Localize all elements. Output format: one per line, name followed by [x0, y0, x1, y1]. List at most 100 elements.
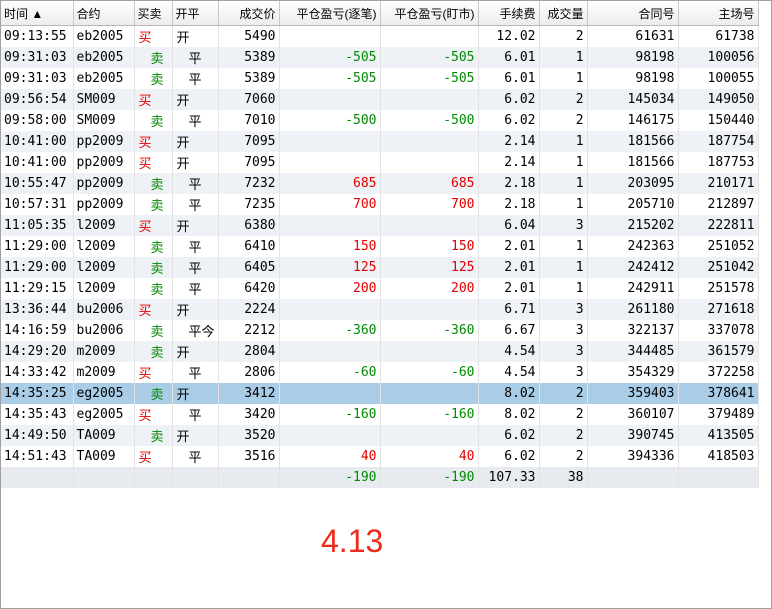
table-row[interactable]: 10:57:31 pp2009 卖平 7235 700 700 2.18 1 205710 212… [1, 194, 759, 215]
total-time [1, 467, 74, 488]
cell-exch-id: 413505 [678, 425, 759, 446]
cell-pnl-mtm [380, 152, 479, 173]
table-row[interactable]: 11:05:35 l2009 买开 6380 6.04 3 215202 222811 [1, 215, 759, 236]
cell-pnl-trade [279, 131, 381, 152]
cell-contract: eb2005 [73, 68, 135, 89]
table-row[interactable]: 10:41:00 pp2009 买开 7095 2.14 1 181566 187754 [1, 131, 759, 152]
col-header-price[interactable]: 成交价 [218, 1, 280, 26]
table-row[interactable]: 11:29:15 l2009 卖平 6420 200 200 2.01 1 242911 2515… [1, 278, 759, 299]
table-row[interactable]: 09:31:03 eb2005 卖平 5389 -505 -505 6.01 1 98198 10… [1, 47, 759, 68]
cell-volume: 1 [539, 152, 588, 173]
cell-time: 11:05:35 [1, 215, 74, 236]
table-row[interactable]: 10:41:00 pp2009 买开 7095 2.14 1 181566 187753 [1, 152, 759, 173]
table-row[interactable]: 09:31:03 eb2005 卖平 5389 -505 -505 6.01 1 98198 10… [1, 68, 759, 89]
cell-price: 7232 [218, 173, 280, 194]
table-row[interactable]: 13:36:44 bu2006 买开 2224 6.71 3 261180 271618 [1, 299, 759, 320]
col-header-pnl-mtm[interactable]: 平仓盈亏(盯市) [380, 1, 479, 26]
cell-fee: 6.02 [478, 446, 540, 467]
cell-fee: 6.02 [478, 110, 540, 131]
cell-contract: pp2009 [73, 152, 135, 173]
col-header-volume[interactable]: 成交量 [539, 1, 588, 26]
cell-contract: TA009 [73, 425, 135, 446]
cell-contract: pp2009 [73, 173, 135, 194]
cell-openclose: 开 [172, 25, 219, 47]
cell-volume: 1 [539, 131, 588, 152]
cell-side: 买 [134, 446, 173, 467]
cell-pnl-trade: 200 [279, 278, 381, 299]
col-header-time[interactable]: 时间 ▲ [1, 1, 74, 26]
cell-order-id: 61631 [587, 25, 679, 47]
col-header-order-id[interactable]: 合同号 [587, 1, 679, 26]
table-row[interactable]: 14:29:20 m2009 卖开 2804 4.54 3 344485 361579 [1, 341, 759, 362]
cell-order-id: 181566 [587, 131, 679, 152]
cell-openclose: 开 [172, 152, 219, 173]
cell-openclose: 开 [172, 215, 219, 236]
cell-openclose: 开 [172, 131, 219, 152]
cell-fee: 6.67 [478, 320, 540, 341]
cell-pnl-mtm [380, 131, 479, 152]
col-header-pnl-trade[interactable]: 平仓盈亏(逐笔) [279, 1, 381, 26]
table-row[interactable]: 11:29:00 l2009 卖平 6405 125 125 2.01 1 242412 2510… [1, 257, 759, 278]
cell-price: 7010 [218, 110, 280, 131]
cell-side: 卖 [134, 257, 173, 278]
cell-price: 3520 [218, 425, 280, 446]
cell-pnl-trade [279, 383, 381, 404]
cell-order-id: 146175 [587, 110, 679, 131]
cell-side: 买 [134, 25, 173, 47]
cell-pnl-mtm: 200 [380, 278, 479, 299]
cell-price: 2806 [218, 362, 280, 383]
cell-contract: pp2009 [73, 194, 135, 215]
cell-time: 10:57:31 [1, 194, 74, 215]
cell-price: 3516 [218, 446, 280, 467]
cell-pnl-trade [279, 25, 381, 47]
cell-fee: 12.02 [478, 25, 540, 47]
trade-records-table: 时间 ▲ 合约 买卖 开平 成交价 平仓盈亏(逐笔) 平仓盈亏(盯市) 手续费 … [1, 1, 759, 488]
cell-time: 14:35:25 [1, 383, 74, 404]
cell-pnl-mtm [380, 89, 479, 110]
table-row[interactable]: 11:29:00 l2009 卖平 6410 150 150 2.01 1 242363 2510… [1, 236, 759, 257]
cell-side: 卖 [134, 173, 173, 194]
cell-price: 3412 [218, 383, 280, 404]
total-pnl-trade: -190 [279, 467, 381, 488]
total-side [134, 467, 173, 488]
table-row[interactable]: 14:49:50 TA009 卖开 3520 6.02 2 390745 413505 [1, 425, 759, 446]
total-price [218, 467, 280, 488]
cell-time: 11:29:00 [1, 257, 74, 278]
col-header-openclose[interactable]: 开平 [172, 1, 219, 26]
cell-openclose: 开 [172, 383, 219, 404]
cell-openclose: 平 [172, 68, 219, 89]
cell-order-id: 205710 [587, 194, 679, 215]
table-row[interactable]: 14:16:59 bu2006 卖平今 2212 -360 -360 6.67 3 322137… [1, 320, 759, 341]
cell-exch-id: 251578 [678, 278, 759, 299]
cell-fee: 8.02 [478, 404, 540, 425]
table-row[interactable]: 14:51:43 TA009 买平 3516 40 40 6.02 2 394336 418503 [1, 446, 759, 467]
col-header-exch-id[interactable]: 主场号 [678, 1, 759, 26]
cell-order-id: 98198 [587, 68, 679, 89]
cell-fee: 6.04 [478, 215, 540, 236]
table-row[interactable]: 09:56:54 SM009 买开 7060 6.02 2 145034 149050 [1, 89, 759, 110]
cell-side: 卖 [134, 383, 173, 404]
annotation-date: 4.13 [321, 523, 384, 559]
col-header-contract[interactable]: 合约 [73, 1, 135, 26]
table-row[interactable]: 14:35:43 eg2005 买平 3420 -160 -160 8.02 2 360107 3… [1, 404, 759, 425]
cell-pnl-mtm: -505 [380, 68, 479, 89]
cell-time: 09:31:03 [1, 68, 74, 89]
cell-openclose: 开 [172, 89, 219, 110]
cell-openclose: 平 [172, 257, 219, 278]
cell-price: 7235 [218, 194, 280, 215]
col-header-fee[interactable]: 手续费 [478, 1, 540, 26]
cell-time: 10:41:00 [1, 152, 74, 173]
cell-order-id: 360107 [587, 404, 679, 425]
col-header-side[interactable]: 买卖 [134, 1, 173, 26]
total-fee: 107.33 [478, 467, 540, 488]
table-row-selected[interactable]: 14:35:25 eg2005 卖开 3412 8.02 2 359403 378641 [1, 383, 759, 404]
cell-contract: pp2009 [73, 131, 135, 152]
table-row[interactable]: 09:58:00 SM009 卖平 7010 -500 -500 6.02 2 146175 15… [1, 110, 759, 131]
cell-price: 2804 [218, 341, 280, 362]
table-row[interactable]: 10:55:47 pp2009 卖平 7232 685 685 2.18 1 203095 210… [1, 173, 759, 194]
table-row[interactable]: 14:33:42 m2009 买平 2806 -60 -60 4.54 3 354329 3722… [1, 362, 759, 383]
cell-order-id: 145034 [587, 89, 679, 110]
table-row[interactable]: 09:13:55 eb2005 买开 5490 12.02 2 61631 61738 [1, 25, 759, 47]
total-volume: 38 [539, 467, 588, 488]
cell-contract: eb2005 [73, 47, 135, 68]
